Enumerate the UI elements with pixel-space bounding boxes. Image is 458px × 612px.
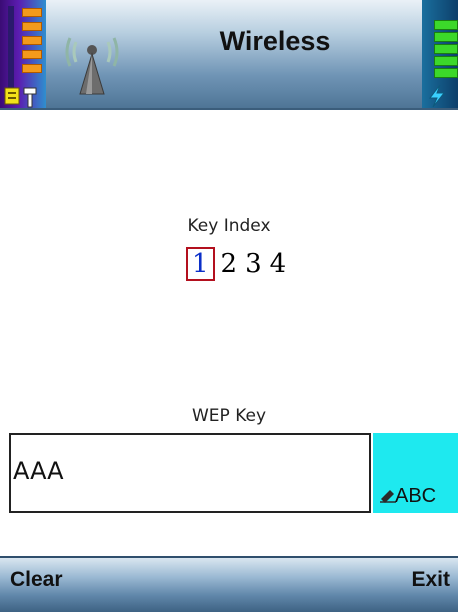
input-mode-label: ABC	[395, 485, 437, 507]
page-title: Wireless	[219, 26, 331, 56]
battery-cell	[434, 44, 458, 54]
signal-level	[22, 22, 42, 31]
key-index-label: Key Index	[187, 216, 271, 236]
key-index-option-3[interactable]: 3	[243, 248, 264, 280]
signal-glyph-icon	[4, 87, 37, 108]
battery-cell	[434, 20, 458, 30]
key-index-option-2[interactable]: 2	[219, 248, 240, 280]
wep-key-input[interactable]: AAA	[9, 433, 371, 513]
charging-bolt-icon	[428, 84, 446, 108]
signal-level	[22, 64, 42, 73]
title-bar: Wireless	[0, 0, 458, 110]
signal-level	[22, 36, 42, 45]
exit-softkey[interactable]: Exit	[411, 568, 450, 592]
signal-strength-icon	[0, 0, 46, 108]
signal-level	[22, 8, 42, 17]
battery-cell	[434, 68, 458, 78]
signal-level	[22, 50, 42, 59]
softkey-bar: Clear Exit	[0, 556, 458, 612]
signal-bar-base	[8, 6, 14, 90]
battery-cell	[434, 56, 458, 66]
antenna-icon	[65, 37, 119, 95]
key-index-option-1[interactable]: 1	[186, 247, 215, 281]
key-index-option-4[interactable]: 4	[268, 248, 289, 280]
wep-key-label: WEP Key	[191, 406, 267, 426]
input-mode-indicator[interactable]: ABC	[373, 433, 458, 513]
battery-cell	[434, 32, 458, 42]
clear-softkey[interactable]: Clear	[10, 568, 63, 592]
key-index-selector[interactable]: 1 2 3 4	[186, 244, 288, 284]
